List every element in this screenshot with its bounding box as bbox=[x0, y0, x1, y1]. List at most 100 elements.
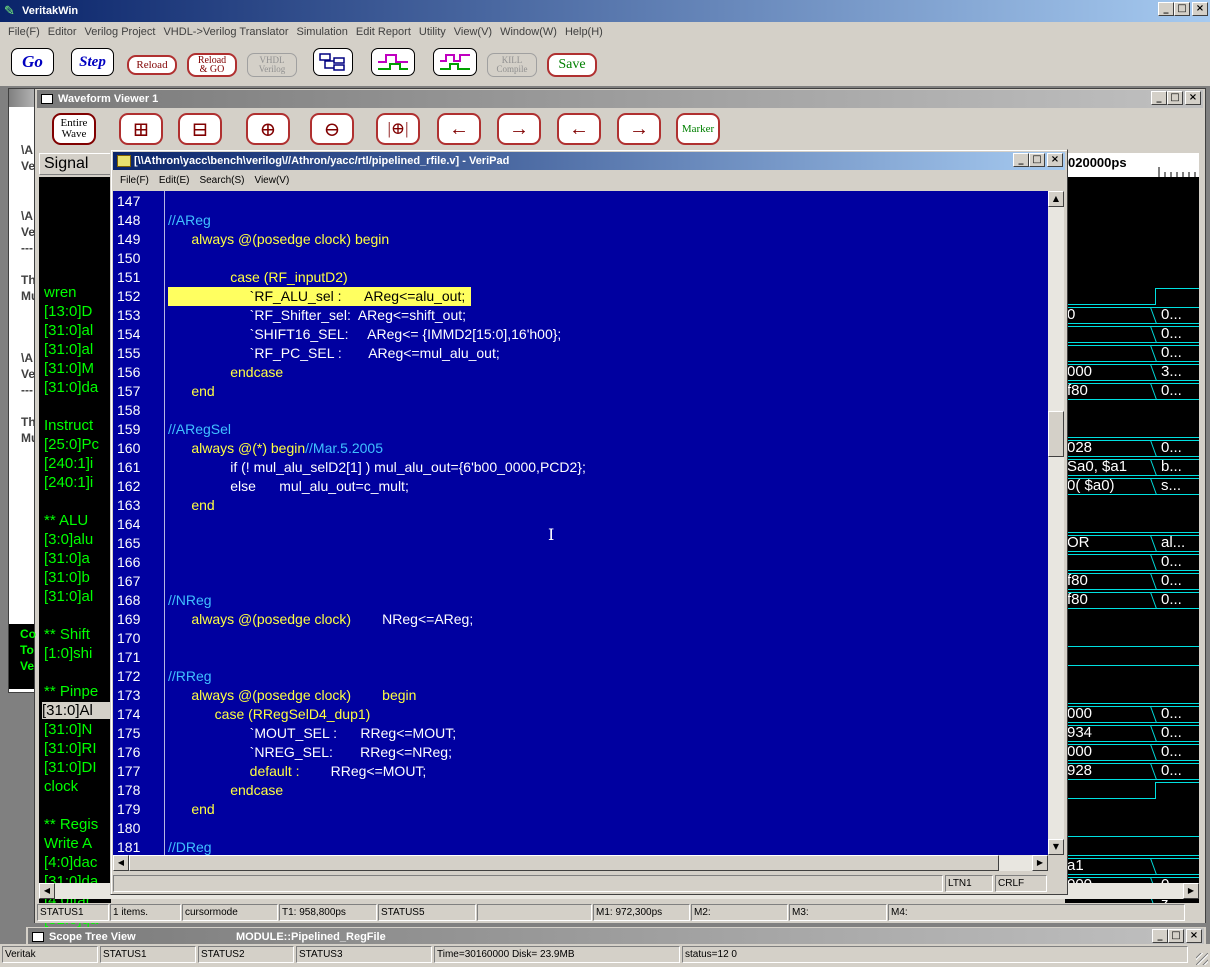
code-token: RReg<=MOUT; bbox=[299, 763, 427, 779]
veripad-menu-item[interactable]: File(F) bbox=[115, 175, 154, 186]
signal-name[interactable]: [31:0]N bbox=[44, 721, 92, 738]
scroll-left-button[interactable]: ← bbox=[437, 113, 481, 145]
zoom-in-button[interactable]: ⊞ bbox=[119, 113, 163, 145]
menu-item[interactable]: View(V) bbox=[450, 26, 496, 38]
veripad-menu-item[interactable]: Search(S) bbox=[194, 175, 249, 186]
signal-name[interactable]: [240:1]i bbox=[44, 474, 93, 491]
veripad-menu-item[interactable]: Edit(E) bbox=[154, 175, 195, 186]
wave-bus-line bbox=[1065, 779, 1199, 780]
signal-name[interactable]: [31:0]al bbox=[44, 341, 93, 358]
line-content: `RF_PC_SEL : AReg<=mul_alu_out; bbox=[168, 344, 500, 363]
zoom-cursor-in-button[interactable]: ⊕ bbox=[246, 113, 290, 145]
signal-name[interactable]: ** Regis bbox=[44, 816, 98, 833]
menu-item[interactable]: Window(W) bbox=[496, 26, 561, 38]
line-number: 176 bbox=[117, 744, 141, 760]
wave-value: 000 bbox=[1067, 363, 1093, 380]
wave-bus-line bbox=[1065, 323, 1199, 324]
scope-restore-button[interactable]: □ bbox=[1168, 929, 1184, 943]
veripad-minimize-button[interactable]: _ bbox=[1013, 153, 1029, 167]
waveform-statusbar: STATUS1 1 items. cursormode T1: 958,800p… bbox=[35, 903, 1205, 923]
veripad-vscroll-thumb[interactable] bbox=[1048, 411, 1064, 457]
signal-name[interactable]: [25:0]Pc bbox=[44, 436, 99, 453]
marker-button[interactable]: Marker bbox=[676, 113, 720, 145]
signal-name[interactable]: [31:0]al bbox=[44, 322, 93, 339]
veripad-menu-item[interactable]: View(V) bbox=[249, 175, 294, 186]
signal-name[interactable]: ** ALU bbox=[44, 512, 88, 529]
menu-item[interactable]: Simulation bbox=[293, 26, 352, 38]
menu-item[interactable]: Help(H) bbox=[561, 26, 607, 38]
wave-value: 0... bbox=[1161, 743, 1182, 760]
signal-name[interactable]: [31:0]al bbox=[44, 588, 93, 605]
go-button[interactable]: Go bbox=[11, 48, 54, 76]
waveform-restore-button[interactable]: □ bbox=[1167, 91, 1183, 105]
main-titlebar: ✎ VeritakWin _ □ × bbox=[0, 0, 1210, 22]
veripad-hscroll-thumb[interactable] bbox=[129, 855, 999, 871]
zoom-cursor-out-button[interactable]: ⊖ bbox=[310, 113, 354, 145]
prev-edge-icon: ← bbox=[569, 117, 589, 140]
signal-name[interactable]: ** Shift bbox=[44, 626, 90, 643]
wave-button[interactable] bbox=[371, 48, 415, 76]
signal-name[interactable]: [31:0]DI bbox=[44, 759, 97, 776]
vhdl-verilog-button[interactable]: VHDL Verilog bbox=[247, 53, 297, 77]
step-button[interactable]: Step bbox=[71, 48, 114, 76]
hierarchy-button[interactable] bbox=[313, 48, 353, 76]
code-token: endcase bbox=[168, 364, 284, 380]
veripad-vscrollbar[interactable]: ▲ ▼ bbox=[1048, 191, 1064, 855]
entire-wave-button[interactable]: Entire Wave bbox=[52, 113, 96, 145]
signal-name[interactable]: [1:0]shi bbox=[44, 645, 92, 662]
signal-name[interactable]: [31:0]RI bbox=[44, 740, 97, 757]
menu-item[interactable]: File(F) bbox=[4, 26, 44, 38]
wave-transition bbox=[1149, 573, 1158, 590]
minimize-button[interactable]: _ bbox=[1158, 2, 1174, 16]
signal-name[interactable]: wren bbox=[44, 284, 77, 301]
signal-name[interactable]: [4:0]dac bbox=[44, 854, 97, 871]
signal-name[interactable]: [31:0]b bbox=[44, 569, 90, 586]
veripad-hscrollbar[interactable]: ◀ ▶ bbox=[113, 855, 1048, 871]
kill-compile-button[interactable]: KILL Compile bbox=[487, 53, 537, 77]
signal-name[interactable]: [3:0]alu bbox=[44, 531, 93, 548]
wave-mode: cursormode bbox=[182, 904, 278, 921]
signal-name[interactable]: [31:0]da bbox=[44, 379, 98, 396]
signal-name[interactable]: Write A bbox=[44, 835, 92, 852]
zoom-fit-button[interactable]: |⊕| bbox=[376, 113, 420, 145]
wave-add-button[interactable] bbox=[433, 48, 477, 76]
line-number: 173 bbox=[117, 687, 141, 703]
save-button[interactable]: Save bbox=[547, 53, 597, 77]
scope-close-button[interactable]: × bbox=[1186, 929, 1202, 943]
menu-item[interactable]: Utility bbox=[415, 26, 450, 38]
menu-item[interactable]: Editor bbox=[44, 26, 81, 38]
zoom-out-button[interactable]: ⊟ bbox=[178, 113, 222, 145]
wave-bus-line bbox=[1065, 589, 1199, 590]
signal-name[interactable]: [31:0]M bbox=[44, 360, 94, 377]
signal-name[interactable]: [13:0]D bbox=[44, 303, 92, 320]
scope-minimize-button[interactable]: _ bbox=[1152, 929, 1168, 943]
prev-edge-button[interactable]: ← bbox=[557, 113, 601, 145]
signal-name[interactable]: Instruct bbox=[44, 417, 93, 434]
reload-button[interactable]: Reload bbox=[127, 55, 177, 75]
resize-grip-icon[interactable] bbox=[1196, 953, 1208, 965]
line-content: //DReg bbox=[168, 838, 212, 855]
scroll-right-button[interactable]: → bbox=[497, 113, 541, 145]
menu-item[interactable]: VHDL->Verilog Translator bbox=[159, 26, 292, 38]
signal-name[interactable]: [240:1]i bbox=[44, 455, 93, 472]
reload-go-button[interactable]: Reload & GO bbox=[187, 53, 237, 77]
menu-item[interactable]: Verilog Project bbox=[81, 26, 160, 38]
signal-name[interactable]: clock bbox=[44, 778, 78, 795]
signal-name[interactable]: [31:0]a bbox=[44, 550, 90, 567]
waveform-close-button[interactable]: × bbox=[1185, 91, 1201, 105]
code-editor[interactable]: I 147 148//AReg 149 always @(posedge clock… bbox=[113, 191, 1048, 855]
line-number: 165 bbox=[117, 535, 141, 551]
veripad-maximize-button[interactable]: □ bbox=[1029, 153, 1045, 167]
veripad-close-button[interactable]: × bbox=[1047, 153, 1063, 167]
close-button[interactable]: × bbox=[1192, 2, 1208, 16]
maximize-button[interactable]: □ bbox=[1174, 2, 1190, 16]
menu-item[interactable]: Edit Report bbox=[352, 26, 415, 38]
signal-name[interactable]: [31:0]Al bbox=[42, 702, 112, 719]
waveform-minimize-button[interactable]: _ bbox=[1151, 91, 1167, 105]
wave-bit-edge bbox=[1155, 782, 1156, 799]
wave-bus-line bbox=[1065, 399, 1199, 400]
signal-name[interactable]: ** Pinpe bbox=[44, 683, 98, 700]
next-edge-button[interactable]: → bbox=[617, 113, 661, 145]
wave-flat-line bbox=[1065, 703, 1199, 704]
code-token: always @(posedge clock) bbox=[168, 611, 352, 627]
